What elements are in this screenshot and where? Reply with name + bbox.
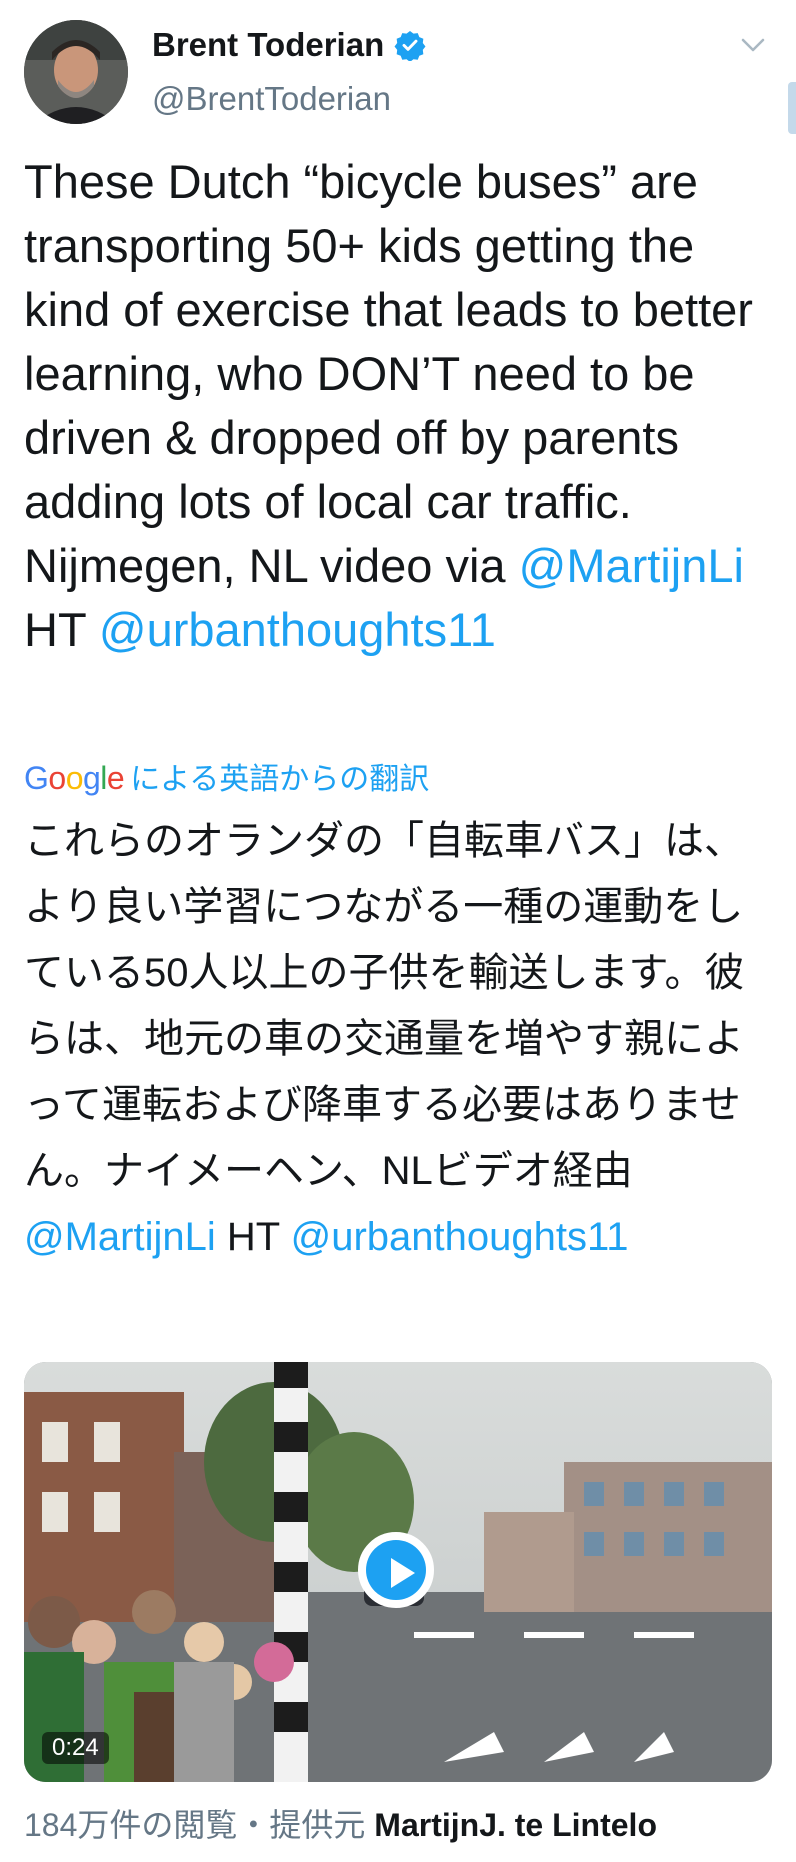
avatar[interactable] [24,20,128,124]
google-logo: Google [24,760,125,796]
verified-badge-icon [394,29,426,62]
tweet-text-ht: HT [24,603,99,656]
translation-attribution[interactable]: Google による英語からの翻訳 [24,754,429,798]
tweet-text: These Dutch “bicycle buses” are transpor… [24,150,764,662]
tweet-text-body: These Dutch “bicycle buses” are transpor… [24,155,753,592]
translated-text-ht: HT [215,1215,291,1259]
translated-text-body: これらのオランダの「自転車バス」は、より良い学習につながる一種の運動をしている5… [24,819,745,1193]
author-name-row[interactable]: Brent Toderian [152,26,426,64]
video-duration: 0:24 [42,1732,109,1764]
mention-link[interactable]: @urbanthoughts11 [99,603,496,656]
play-icon [366,1540,426,1600]
chevron-down-icon[interactable] [740,36,766,54]
mention-link[interactable]: @MartijnLi [24,1215,216,1259]
mention-link[interactable]: @urbanthoughts11 [291,1215,629,1259]
user-handle[interactable]: @BrentToderian [152,80,391,118]
video-provider[interactable]: MartijnJ. te Lintelo [374,1807,657,1843]
play-button[interactable] [358,1532,434,1608]
translated-text: これらのオランダの「自転車バス」は、より良い学習につながる一種の運動をしている5… [24,808,764,1270]
video-player[interactable]: 0:24 [24,1362,772,1782]
mention-link[interactable]: @MartijnLi [519,539,744,592]
view-count: 184万件の閲覧・提供元 [24,1807,375,1843]
scroll-indicator[interactable] [788,82,796,134]
video-meta: 184万件の閲覧・提供元 MartijnJ. te Lintelo [24,1800,657,1846]
translation-label[interactable]: による英語からの翻訳 [130,754,429,798]
display-name[interactable]: Brent Toderian [152,26,384,64]
